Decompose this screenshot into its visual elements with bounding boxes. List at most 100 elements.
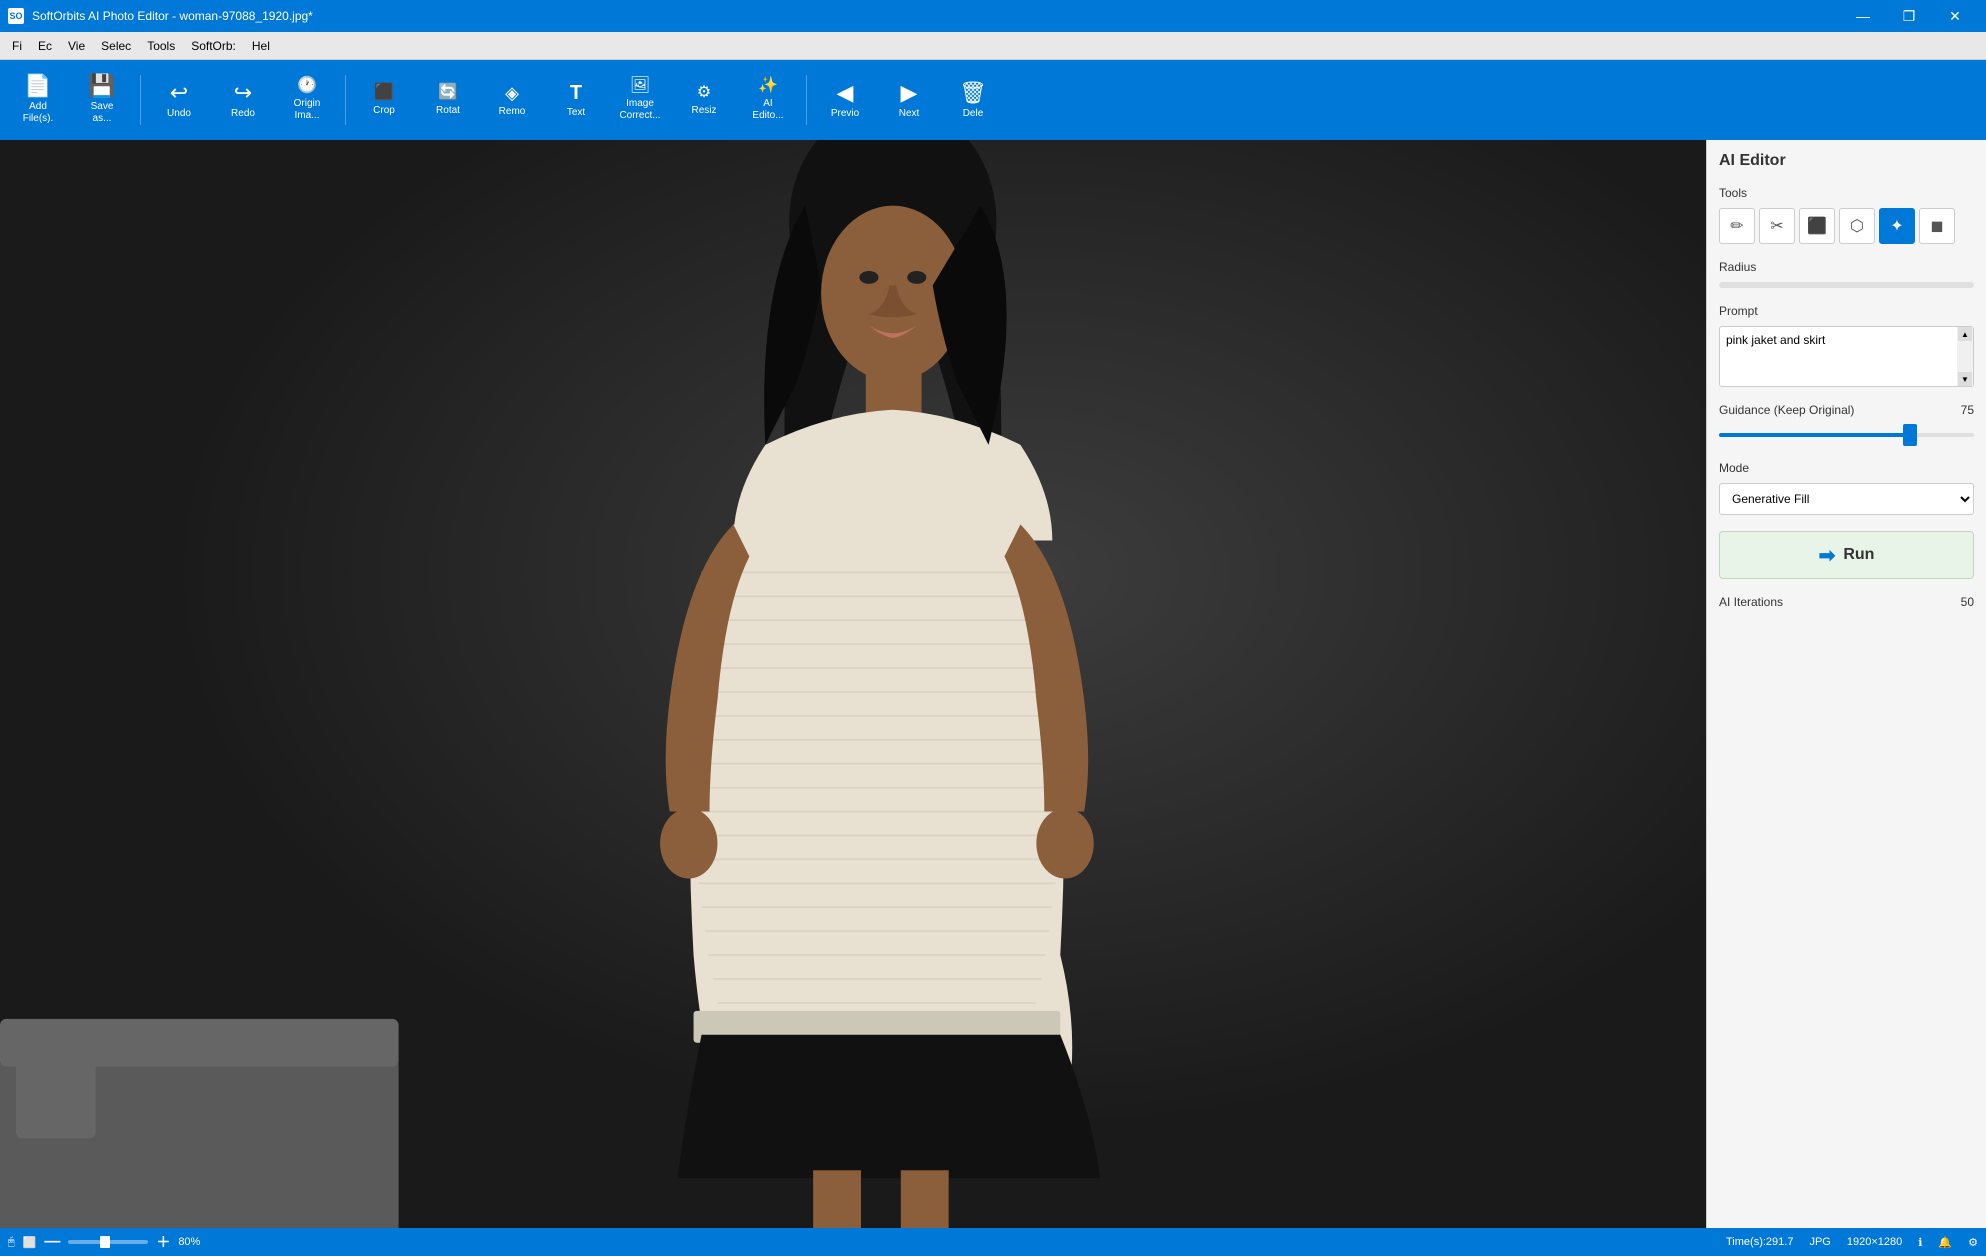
undo-label: Undo (167, 108, 191, 119)
mode-section: Mode Generative Fill Inpainting Outpaint… (1719, 461, 1974, 515)
info-icon[interactable]: ℹ (1918, 1236, 1922, 1249)
title-bar: SO SoftOrbits AI Photo Editor - woman-97… (0, 0, 1986, 32)
zoom-value: 80% (178, 1236, 200, 1248)
undo-icon: ↩ (170, 82, 188, 104)
ai-label: AI Edito... (752, 98, 783, 122)
scroll-up-button[interactable]: ▲ (1958, 327, 1972, 341)
add-files-icon: 📄 (24, 75, 51, 97)
redo-button[interactable]: ↪ Redo (213, 65, 273, 135)
crop-label: Crop (373, 105, 395, 116)
delete-label: Dele (963, 108, 984, 119)
text-button[interactable]: T Text (546, 65, 606, 135)
frame-icon: ⬜ (23, 1236, 37, 1249)
scroll-down-button[interactable]: ▼ (1958, 372, 1972, 386)
run-button[interactable]: ➡ Run (1719, 531, 1974, 579)
correction-icon: 🖼 (630, 78, 650, 94)
mode-label: Mode (1719, 461, 1974, 475)
mode-dropdown[interactable]: Generative Fill Inpainting Outpainting (1719, 483, 1974, 515)
delete-icon: 🗑 (959, 82, 987, 104)
separator-2 (345, 75, 346, 125)
menu-file[interactable]: Fi (4, 35, 30, 57)
separator-3 (806, 75, 807, 125)
close-button[interactable]: ✕ (1932, 0, 1978, 32)
crop-button[interactable]: ⬛ Crop (354, 65, 414, 135)
window-controls: — ❐ ✕ (1840, 0, 1978, 32)
settings-icon[interactable]: ⚙ (1968, 1236, 1978, 1249)
guidance-section: Guidance (Keep Original) 75 (1719, 403, 1974, 445)
prompt-scrollbar: ▲ ▼ (1957, 327, 1973, 386)
rotate-label: Rotat (436, 105, 460, 116)
panel-title: AI Editor (1719, 152, 1974, 170)
next-icon: ▶ (901, 82, 918, 104)
menu-edit[interactable]: Ec (30, 35, 60, 57)
window-title: SoftOrbits AI Photo Editor - woman-97088… (32, 9, 313, 23)
maximize-button[interactable]: ❐ (1886, 0, 1932, 32)
status-left: 🖱 ⬜ — ＋ 80% (8, 1232, 200, 1252)
menu-tools[interactable]: Tools (139, 35, 183, 57)
ai-brush-tool[interactable]: ✦ (1879, 208, 1915, 244)
remove-label: Remo (499, 106, 526, 117)
zoom-minus[interactable]: — (44, 1233, 60, 1251)
iterations-section: AI Iterations 50 (1719, 595, 1974, 609)
menu-view[interactable]: Vie (60, 35, 93, 57)
prev-label: Previo (831, 108, 859, 119)
tools-row: ✏ ✂ ⬛ ⬡ ✦ ◼ (1719, 208, 1974, 244)
cursor-icon: 🖱 (8, 1236, 15, 1249)
radius-label: Radius (1719, 260, 1974, 274)
tools-label: Tools (1719, 186, 1974, 200)
save-label: Save as... (91, 101, 114, 125)
resize-icon: ⚙ (697, 85, 711, 101)
guidance-value: 75 (1961, 403, 1974, 417)
toolbar: 📄 Add File(s). 💾 Save as... ↩ Undo ↪ Red… (0, 60, 1986, 140)
menu-softorb[interactable]: SoftOrb: (183, 35, 244, 57)
canvas-image (0, 140, 1706, 1228)
zoom-thumb (100, 1236, 110, 1248)
resize-button[interactable]: ⚙ Resiz (674, 65, 734, 135)
rotate-button[interactable]: 🔄 Rotat (418, 65, 478, 135)
redo-icon: ↪ (234, 82, 252, 104)
prompt-wrapper: pink jaket and skirt ▲ ▼ (1719, 326, 1974, 387)
run-label: Run (1843, 546, 1874, 564)
save-as-button[interactable]: 💾 Save as... (72, 65, 132, 135)
bell-icon[interactable]: 🔔 (1938, 1236, 1952, 1249)
pencil-tool[interactable]: ✏ (1719, 208, 1755, 244)
next-label: Next (899, 108, 920, 119)
dimensions-display: 1920×1280 (1847, 1236, 1902, 1248)
rect-select-tool[interactable]: ⬛ (1799, 208, 1835, 244)
menu-select[interactable]: Selec (93, 35, 139, 57)
menu-help[interactable]: Hel (244, 35, 278, 57)
guidance-slider-track (1719, 433, 1974, 437)
ai-icon: ✨ (758, 78, 778, 94)
add-files-label: Add File(s). (23, 101, 54, 125)
menu-bar: Fi Ec Vie Selec Tools SoftOrb: Hel (0, 32, 1986, 60)
radius-slider-track (1719, 282, 1974, 288)
palette-tool[interactable]: ◼ (1919, 208, 1955, 244)
guidance-slider-thumb[interactable] (1903, 424, 1917, 446)
text-label: Text (567, 107, 585, 118)
undo-button[interactable]: ↩ Undo (149, 65, 209, 135)
app-icon: SO (8, 8, 24, 24)
add-files-button[interactable]: 📄 Add File(s). (8, 65, 68, 135)
text-icon: T (570, 83, 582, 103)
resize-label: Resiz (691, 105, 716, 116)
original-button[interactable]: 🕐 Origin Ima... (277, 65, 337, 135)
image-correction-button[interactable]: 🖼 Image Correct... (610, 65, 670, 135)
status-bar: 🖱 ⬜ — ＋ 80% Time(s):291.7 JPG 1920×1280 … (0, 1228, 1986, 1256)
minimize-button[interactable]: — (1840, 0, 1886, 32)
lasso-tool[interactable]: ⬡ (1839, 208, 1875, 244)
next-button[interactable]: ▶ Next (879, 65, 939, 135)
delete-button[interactable]: 🗑 Dele (943, 65, 1003, 135)
prompt-section: Prompt pink jaket and skirt ▲ ▼ (1719, 304, 1974, 387)
guidance-header: Guidance (Keep Original) 75 (1719, 403, 1974, 417)
zoom-plus[interactable]: ＋ (156, 1232, 170, 1252)
magic-wand-tool[interactable]: ✂ (1759, 208, 1795, 244)
remove-icon: ◈ (505, 84, 519, 102)
ai-edit-button[interactable]: ✨ AI Edito... (738, 65, 798, 135)
title-bar-left: SO SoftOrbits AI Photo Editor - woman-97… (8, 8, 313, 24)
prompt-textarea[interactable]: pink jaket and skirt (1720, 327, 1957, 383)
remove-button[interactable]: ◈ Remo (482, 65, 542, 135)
status-right: Time(s):291.7 JPG 1920×1280 ℹ 🔔 ⚙ (1726, 1236, 1978, 1249)
previous-button[interactable]: ◀ Previo (815, 65, 875, 135)
canvas-area[interactable] (0, 140, 1706, 1228)
crop-icon: ⬛ (374, 85, 394, 101)
